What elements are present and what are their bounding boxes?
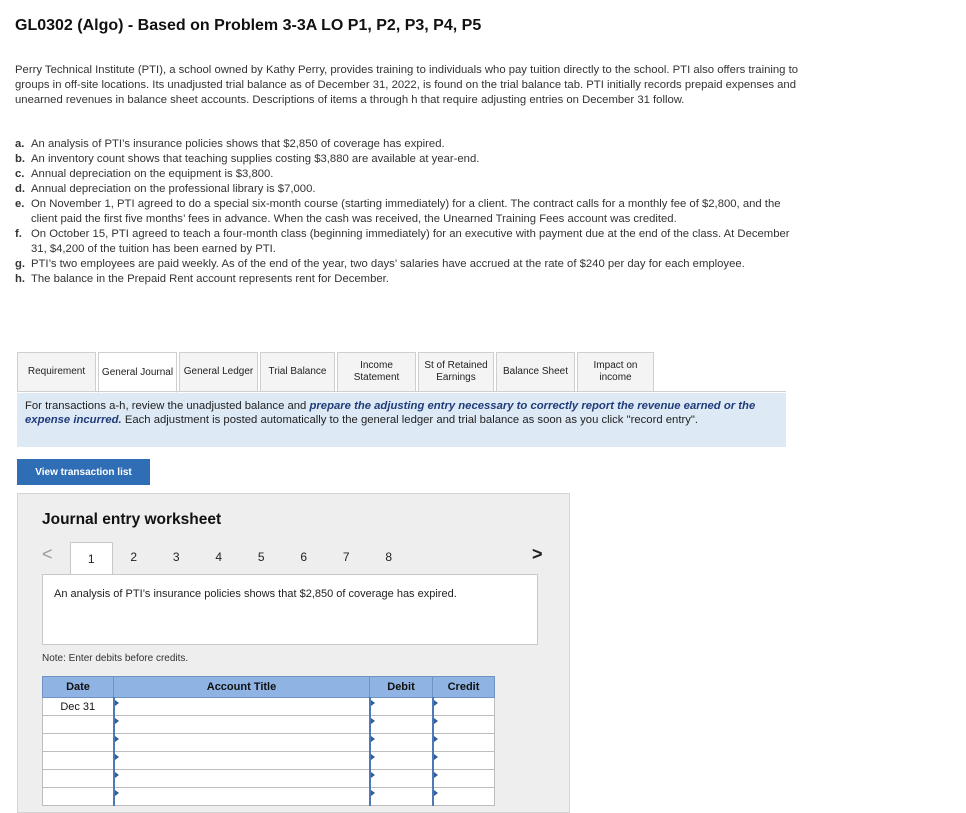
table-row [42,715,495,734]
requirement-tabs: Requirement General Journal General Ledg… [17,352,656,393]
date-cell[interactable] [42,751,114,770]
list-item: b. An inventory count shows that teaching… [15,152,805,167]
date-cell[interactable] [42,787,114,806]
debit-input[interactable] [368,787,433,806]
credit-input[interactable] [431,787,495,806]
page-tab-8[interactable]: 8 [368,542,411,572]
tab-retained-earnings[interactable]: St of Retained Earnings [418,352,494,392]
list-item: f. On October 15, PTI agreed to teach a f… [15,227,805,257]
tab-income-statement[interactable]: Income Statement [337,352,416,392]
date-cell[interactable]: Dec 31 [42,697,114,716]
item-text: An analysis of PTI’s insurance policies … [31,138,445,150]
item-text: Annual depreciation on the equipment is … [31,168,274,180]
tab-trial-balance[interactable]: Trial Balance [260,352,335,392]
instructions-panel: For transactions a-h, review the unadjus… [17,393,786,447]
page-tab-7[interactable]: 7 [325,542,368,572]
item-text: On October 15, PTI agreed to teach a fou… [31,228,790,255]
table-row: Dec 31 [42,697,495,716]
account-title-input[interactable] [112,715,370,734]
table-row [42,733,495,752]
journal-entry-worksheet: Journal entry worksheet < 1 2 3 4 5 6 7 … [17,493,570,813]
item-text: On November 1, PTI agreed to do a specia… [31,198,781,225]
entry-note: Note: Enter debits before credits. [42,653,189,664]
worksheet-title: Journal entry worksheet [42,511,222,528]
item-letter: e. [15,198,25,210]
list-item: a. An analysis of PTI’s insurance policie… [15,137,805,152]
list-item: d. Annual depreciation on the professiona… [15,182,805,197]
table-row [42,769,495,788]
credit-input[interactable] [431,733,495,752]
debit-input[interactable] [368,733,433,752]
chevron-left-icon[interactable]: < [42,544,53,565]
adjustment-items-list: a. An analysis of PTI’s insurance policie… [15,137,805,287]
item-letter: c. [15,168,25,180]
column-header-date: Date [42,676,114,698]
tab-general-ledger[interactable]: General Ledger [179,352,258,392]
table-row [42,787,495,806]
page-title: GL0302 (Algo) - Based on Problem 3-3A LO… [15,17,482,34]
page-tab-3[interactable]: 3 [155,542,198,572]
item-text: Annual depreciation on the professional … [31,183,316,195]
item-text: The balance in the Prepaid Rent account … [31,273,389,285]
page-tab-1[interactable]: 1 [70,542,113,575]
tab-requirement[interactable]: Requirement [17,352,96,392]
list-item: g. PTI’s two employees are paid weekly. A… [15,257,805,272]
account-title-input[interactable] [112,787,370,806]
page-tab-2[interactable]: 2 [113,542,156,572]
account-title-input[interactable] [112,733,370,752]
date-cell[interactable] [42,769,114,788]
item-letter: f. [15,228,22,240]
tab-impact-on-income[interactable]: Impact on income [577,352,654,392]
item-letter: g. [15,258,26,270]
date-cell[interactable] [42,715,114,734]
debit-input[interactable] [368,769,433,788]
page-tab-6[interactable]: 6 [283,542,326,572]
instructions-text-end: Each adjustment is posted automatically … [121,413,699,426]
credit-input[interactable] [431,715,495,734]
item-letter: a. [15,138,25,150]
worksheet-pagination: 1 2 3 4 5 6 7 8 [70,542,410,575]
problem-intro: Perry Technical Institute (PTI), a schoo… [15,64,799,106]
view-transaction-list-button[interactable]: View transaction list [17,459,150,485]
debit-input[interactable] [368,697,433,716]
column-header-debit: Debit [369,676,433,698]
column-header-credit: Credit [432,676,495,698]
account-title-input[interactable] [112,751,370,770]
debit-input[interactable] [368,751,433,770]
column-header-account-title: Account Title [113,676,370,698]
account-title-input[interactable] [112,769,370,788]
item-text: PTI’s two employees are paid weekly. As … [31,258,745,270]
tab-balance-sheet[interactable]: Balance Sheet [496,352,575,392]
page-tab-4[interactable]: 4 [198,542,241,572]
table-header-row: Date Account Title Debit Credit [42,676,495,698]
chevron-right-icon[interactable]: > [532,544,543,565]
credit-input[interactable] [431,697,495,716]
tab-general-journal[interactable]: General Journal [98,352,177,393]
item-letter: h. [15,273,26,285]
instructions-text: For transactions a-h, review the unadjus… [25,400,310,412]
list-item: c. Annual depreciation on the equipment i… [15,167,805,182]
page-tab-5[interactable]: 5 [240,542,283,572]
list-item: e. On November 1, PTI agreed to do a spec… [15,197,805,227]
transaction-description: An analysis of PTI’s insurance policies … [42,574,538,645]
tabs-divider [17,391,786,392]
item-letter: d. [15,183,26,195]
item-letter: b. [15,153,26,165]
credit-input[interactable] [431,751,495,770]
item-text: An inventory count shows that teaching s… [31,153,480,165]
journal-entry-table: Date Account Title Debit Credit Dec 31 [42,676,495,806]
debit-input[interactable] [368,715,433,734]
date-cell[interactable] [42,733,114,752]
table-row [42,751,495,770]
list-item: h. The balance in the Prepaid Rent accoun… [15,272,805,287]
credit-input[interactable] [431,769,495,788]
account-title-input[interactable] [112,697,370,716]
